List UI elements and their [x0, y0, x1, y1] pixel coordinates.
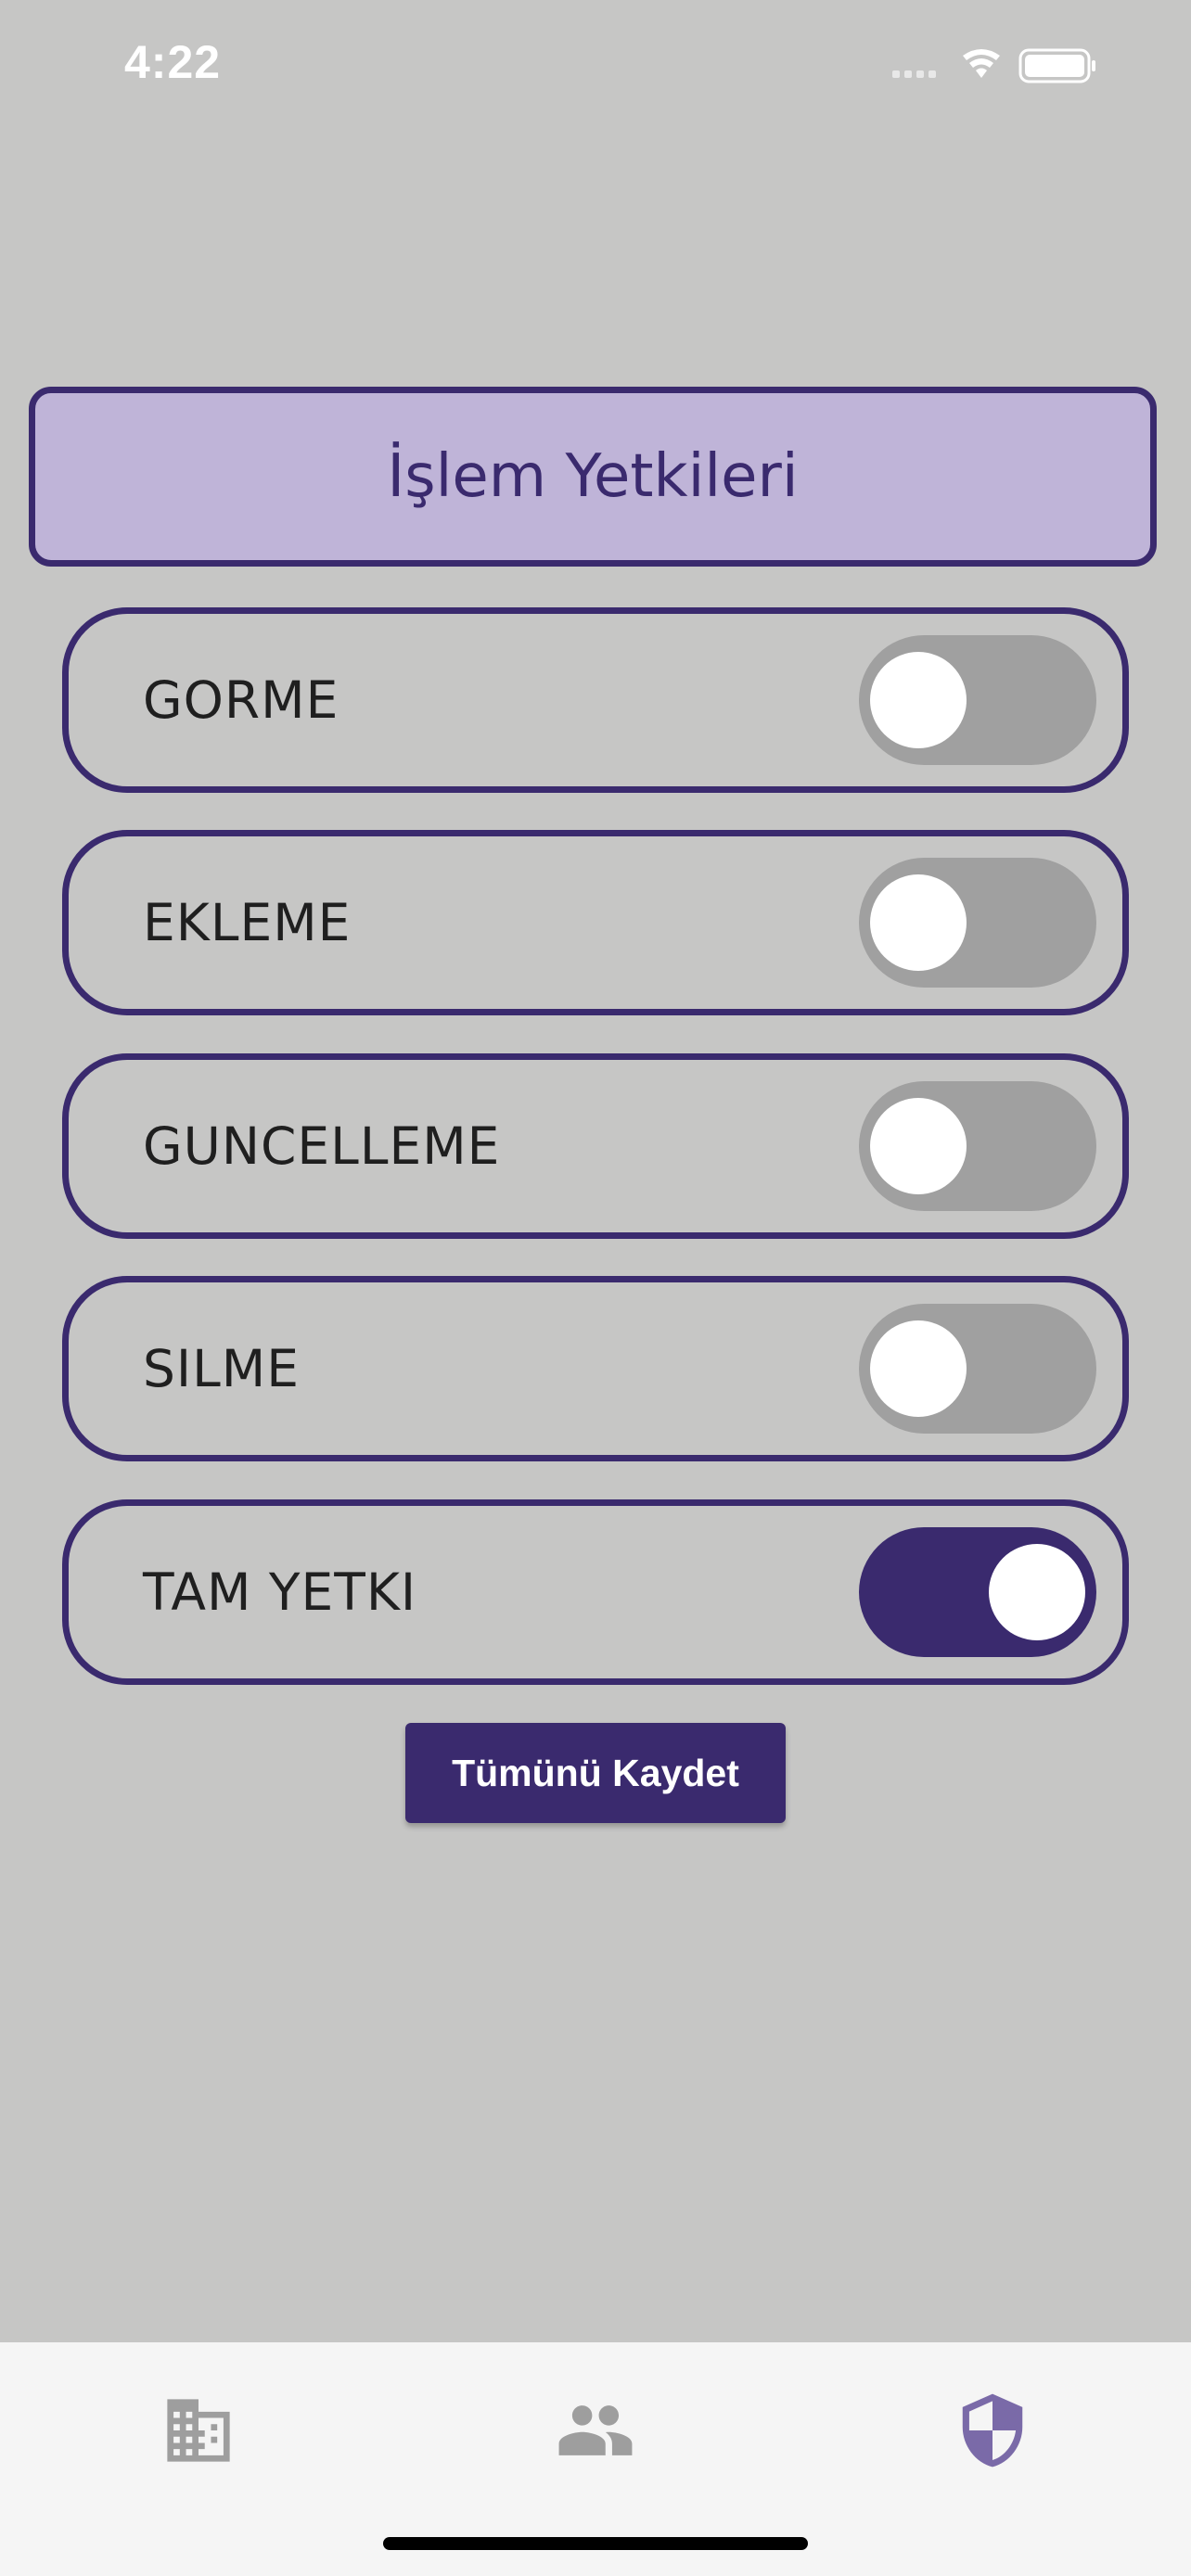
nav-item-companies[interactable] — [124, 2370, 273, 2491]
permission-toggle-silme[interactable] — [859, 1304, 1096, 1434]
permission-row-ekleme: EKLEME — [62, 830, 1129, 1015]
permission-label: GORME — [143, 670, 339, 730]
save-all-button[interactable]: Tümünü Kaydet — [405, 1723, 786, 1823]
toggle-knob — [870, 1098, 967, 1194]
permission-toggle-guncelleme[interactable] — [859, 1081, 1096, 1211]
page-title: İşlem Yetkileri — [387, 442, 799, 511]
permission-toggle-gorme[interactable] — [859, 635, 1096, 765]
building-icon — [167, 2399, 230, 2462]
shield-icon — [962, 2393, 1023, 2468]
permission-label: EKLEME — [143, 893, 352, 952]
permission-label: GUNCELLEME — [143, 1116, 501, 1176]
status-icons — [892, 45, 1115, 89]
permission-toggle-ekleme[interactable] — [859, 858, 1096, 988]
permission-row-tam-yetki: TAM YETKI — [62, 1499, 1129, 1685]
permission-toggle-tam-yetki[interactable] — [859, 1527, 1096, 1657]
nav-item-users[interactable] — [521, 2370, 670, 2491]
toggle-knob — [870, 1320, 967, 1417]
toggle-knob — [870, 874, 967, 971]
permission-row-silme: SILME — [62, 1276, 1129, 1461]
page-title-box: İşlem Yetkileri — [29, 387, 1157, 567]
home-indicator — [383, 2537, 808, 2550]
toggle-knob — [870, 652, 967, 748]
cellular-signal-icon — [892, 70, 936, 78]
permission-row-gorme: GORME — [62, 607, 1129, 793]
nav-item-permissions[interactable] — [918, 2370, 1067, 2491]
status-bar: 4:22 — [0, 0, 1191, 130]
toggle-knob — [989, 1544, 1085, 1640]
wifi-icon — [963, 49, 1000, 78]
permission-label: TAM YETKI — [143, 1562, 417, 1622]
status-time: 4:22 — [124, 36, 222, 88]
permission-label: SILME — [143, 1339, 300, 1398]
battery-icon — [1018, 48, 1095, 83]
permission-row-guncelleme: GUNCELLEME — [62, 1053, 1129, 1239]
people-icon — [558, 2405, 633, 2455]
